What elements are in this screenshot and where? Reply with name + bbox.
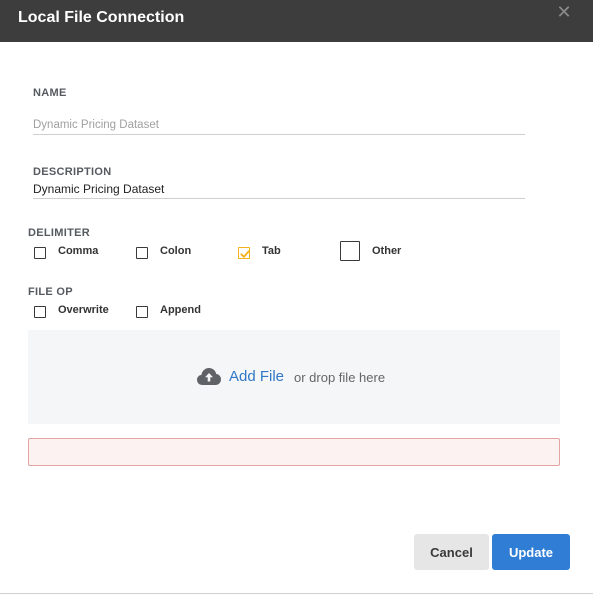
name-label: NAME — [33, 87, 67, 99]
delimiter-label: DELIMITER — [28, 227, 90, 239]
other-checkbox[interactable] — [340, 241, 360, 261]
comma-checkbox[interactable] — [34, 247, 46, 259]
other-label: Other — [372, 245, 402, 257]
drop-hint-text: or drop file here — [294, 370, 386, 385]
cancel-button[interactable]: Cancel — [414, 534, 489, 570]
overwrite-label: Overwrite — [58, 304, 109, 316]
cloud-upload-icon — [197, 368, 221, 385]
append-checkbox[interactable] — [136, 306, 148, 318]
tab-checkbox[interactable] — [238, 247, 250, 259]
description-label: DESCRIPTION — [33, 166, 112, 178]
file-op-label: FILE OP — [28, 286, 73, 298]
overwrite-checkbox[interactable] — [34, 306, 46, 318]
file-dropzone[interactable]: Add File or drop file here — [28, 330, 560, 424]
bottom-divider — [0, 593, 593, 594]
dialog-titlebar: Local File Connection ✕ — [0, 0, 593, 42]
close-icon[interactable]: ✕ — [555, 2, 573, 22]
error-message-box — [28, 438, 560, 466]
tab-label: Tab — [262, 245, 281, 257]
description-input[interactable] — [33, 180, 525, 199]
name-input[interactable] — [33, 116, 525, 135]
append-label: Append — [160, 304, 201, 316]
update-button[interactable]: Update — [492, 534, 570, 570]
colon-label: Colon — [160, 245, 192, 257]
colon-checkbox[interactable] — [136, 247, 148, 259]
checkmark-icon — [240, 250, 250, 258]
add-file-link[interactable]: Add File — [229, 368, 284, 385]
dialog-title: Local File Connection — [18, 9, 185, 26]
comma-label: Comma — [58, 245, 99, 257]
